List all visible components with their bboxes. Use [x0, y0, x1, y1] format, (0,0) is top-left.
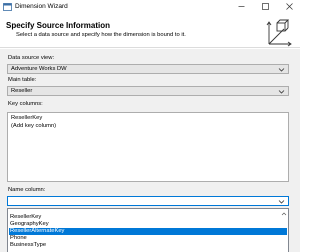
name-column-dropdown-list[interactable]: ResellerKey GeographyKey ResellerAlterna…	[7, 208, 289, 252]
data-source-view-combo[interactable]: Adventure Works DW	[7, 64, 289, 74]
dropdown-option[interactable]: BusinessType	[9, 242, 287, 249]
key-columns-label: Key columns:	[8, 101, 43, 107]
main-table-combo[interactable]: Reseller	[7, 86, 289, 96]
maximize-icon	[261, 3, 269, 10]
name-column-label: Name column:	[8, 187, 46, 193]
dropdown-option-selected[interactable]: ResellerAlternateKey	[9, 228, 287, 235]
dropdown-option[interactable]: GeographyKey	[9, 221, 287, 228]
close-icon	[285, 3, 293, 10]
window-title: Dimension Wizard	[15, 3, 68, 10]
chevron-down-icon	[278, 90, 285, 94]
cube-axes-icon	[266, 19, 292, 47]
key-column-row[interactable]: ResellerKey	[11, 115, 42, 121]
wizard-header: Specify Source Information Select a data…	[0, 14, 300, 48]
page-title: Specify Source Information	[6, 21, 111, 30]
minimize-button[interactable]	[230, 1, 252, 12]
wizard-app-icon	[3, 3, 12, 11]
data-source-view-value: Adventure Works DW	[11, 66, 67, 72]
dropdown-option[interactable]: ResellerKey	[9, 214, 287, 221]
minimize-icon	[238, 6, 244, 7]
main-table-value: Reseller	[11, 88, 33, 94]
maximize-button[interactable]	[254, 1, 276, 12]
chevron-down-icon	[278, 200, 285, 204]
close-button[interactable]	[278, 1, 300, 12]
add-key-column-row[interactable]: (Add key column)	[11, 123, 56, 129]
page-subtitle: Select a data source and specify how the…	[16, 32, 186, 38]
key-columns-grid[interactable]: ResellerKey (Add key column)	[7, 112, 289, 182]
name-column-combo[interactable]	[7, 196, 289, 206]
chevron-down-icon	[278, 68, 285, 72]
dropdown-option[interactable]: Phone	[9, 235, 287, 242]
data-source-view-label: Data source view:	[8, 55, 55, 61]
main-table-label: Main table:	[8, 77, 37, 83]
title-bar: Dimension Wizard	[0, 0, 300, 14]
